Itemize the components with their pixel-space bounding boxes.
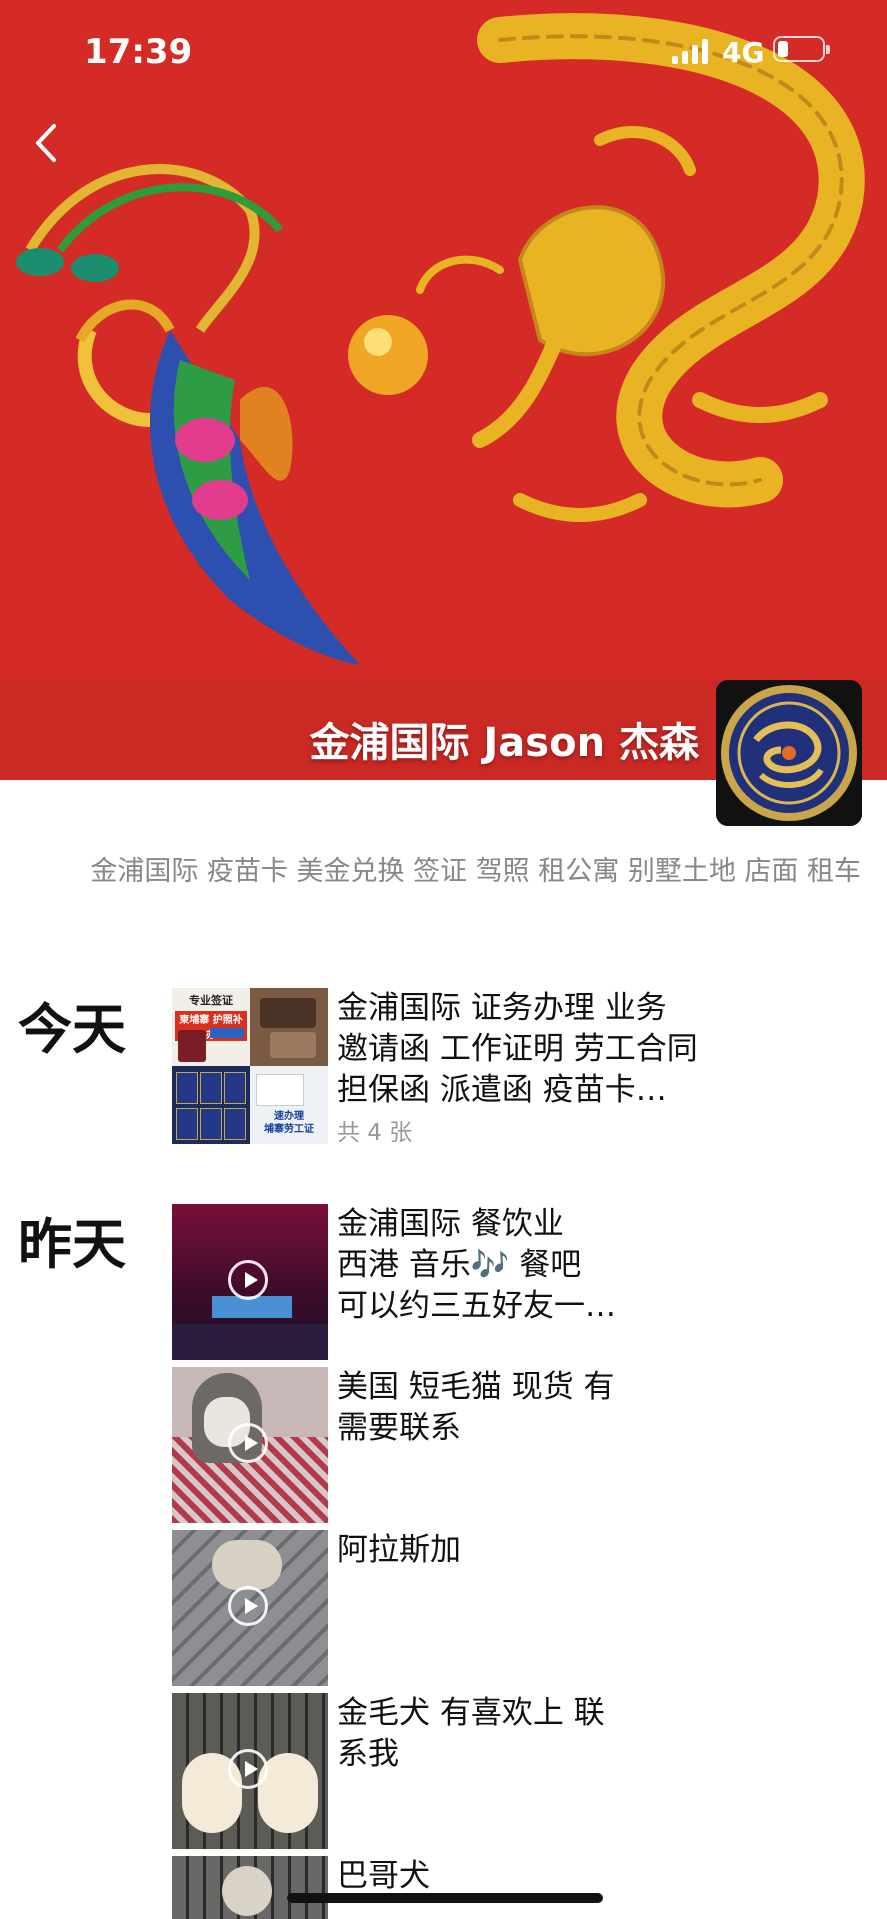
battery-icon — [773, 36, 830, 62]
day-label-yesterday: 昨天 — [18, 1213, 126, 1276]
status-bar: 17:39 4G — [0, 28, 887, 72]
work-permit-label: 速办理 埔寨劳工证 — [264, 1111, 314, 1135]
play-icon — [228, 1586, 268, 1626]
network-type: 4G — [722, 36, 765, 69]
visa-ad-title: 专业签证 — [189, 994, 233, 1007]
day-label-today: 今天 — [18, 998, 126, 1061]
documents-image — [250, 988, 328, 1066]
video-thumbnail-cat[interactable] — [172, 1367, 328, 1523]
back-arrow-icon[interactable] — [28, 118, 68, 168]
post-text[interactable]: 金毛犬 有喜欢上 联 系我 — [337, 1693, 757, 1775]
post-thumbnail-collage[interactable]: 专业签证 柬埔寨 护照补办 速办理 埔寨劳工证 — [172, 988, 328, 1144]
profile-signature: 金浦国际 疫苗卡 美金兑换 签证 驾照 租公寓 别墅土地 店面 租车 — [90, 856, 861, 887]
visa-ad-image: 专业签证 柬埔寨 护照补办 — [172, 988, 250, 1066]
post-text[interactable]: 阿拉斯加 — [337, 1530, 757, 1571]
cellular-signal-icon — [672, 38, 710, 64]
post-text[interactable]: 巴哥犬 — [337, 1856, 757, 1897]
pearl — [348, 315, 428, 395]
video-thumbnail-restaurant[interactable] — [172, 1204, 328, 1360]
video-thumbnail-alaskan-dog[interactable] — [172, 1530, 328, 1686]
play-icon — [228, 1260, 268, 1300]
video-thumbnail-pug[interactable] — [172, 1856, 328, 1919]
work-permit-image: 速办理 埔寨劳工证 — [250, 1066, 328, 1144]
play-icon — [228, 1749, 268, 1789]
photo-count: 共 4 张 — [337, 1120, 413, 1146]
play-icon — [228, 1423, 268, 1463]
post-text[interactable]: 金浦国际 证务办理 业务 邀请函 工作证明 劳工合同 担保函 派遣函 疫苗卡… — [337, 988, 757, 1111]
video-thumbnail-golden-retriever[interactable] — [172, 1693, 328, 1849]
post-text[interactable]: 美国 短毛猫 现货 有 需要联系 — [337, 1367, 757, 1449]
home-indicator[interactable] — [287, 1893, 603, 1903]
dragon-plate-image — [716, 680, 862, 826]
passports-image — [172, 1066, 250, 1144]
status-time: 17:39 — [84, 32, 193, 72]
avatar[interactable] — [716, 680, 862, 826]
post-text[interactable]: 金浦国际 餐饮业 西港 音乐🎶 餐吧 可以约三五好友一… — [337, 1204, 757, 1327]
dragon-phoenix-artwork — [0, 0, 887, 780]
profile-name: 金浦国际 Jason 杰森 — [309, 720, 700, 766]
cover-image[interactable]: 17:39 4G 金浦国际 Jason 杰森 — [0, 0, 887, 780]
